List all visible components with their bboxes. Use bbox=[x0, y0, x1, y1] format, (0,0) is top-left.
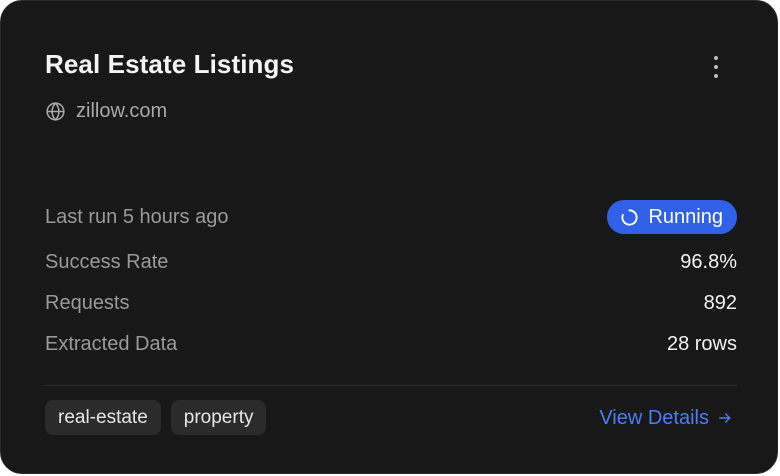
success-rate-value: 96.8% bbox=[680, 250, 737, 273]
last-run-text: Last run 5 hours ago bbox=[45, 205, 229, 228]
extracted-data-row: Extracted Data 28 rows bbox=[45, 331, 737, 357]
extracted-data-label: Extracted Data bbox=[45, 332, 178, 355]
globe-icon bbox=[46, 101, 65, 121]
more-vertical-icon-dot bbox=[714, 74, 718, 78]
last-run-row: Last run 5 hours ago Running bbox=[45, 200, 737, 234]
spinner-icon bbox=[621, 208, 639, 226]
more-vertical-icon-dot bbox=[714, 65, 718, 69]
requests-value: 892 bbox=[703, 291, 737, 314]
divider bbox=[45, 385, 737, 386]
requests-label: Requests bbox=[45, 291, 130, 314]
status-badge-label: Running bbox=[648, 205, 723, 228]
card-title: Real Estate Listings bbox=[45, 49, 295, 79]
tag-property[interactable]: property bbox=[170, 400, 267, 435]
status-badge: Running bbox=[607, 200, 737, 234]
more-vertical-icon-dot bbox=[714, 56, 718, 60]
success-rate-label: Success Rate bbox=[45, 250, 169, 273]
scraper-card: Real Estate Listings zillow.com Last run… bbox=[0, 0, 778, 474]
view-details-label: View Details bbox=[599, 406, 709, 429]
extracted-data-value: 28 rows bbox=[666, 332, 737, 355]
site-domain: zillow.com bbox=[45, 98, 167, 124]
success-rate-row: Success Rate 96.8% bbox=[45, 249, 737, 275]
requests-row: Requests 892 bbox=[45, 290, 737, 316]
arrow-right-icon bbox=[718, 413, 731, 423]
more-options-button[interactable] bbox=[705, 53, 727, 81]
tag-list: real-estate property bbox=[45, 400, 267, 435]
tag-real-estate[interactable]: real-estate bbox=[45, 400, 161, 435]
domain-text: zillow.com bbox=[76, 99, 168, 122]
view-details-link[interactable]: View Details bbox=[599, 404, 733, 432]
